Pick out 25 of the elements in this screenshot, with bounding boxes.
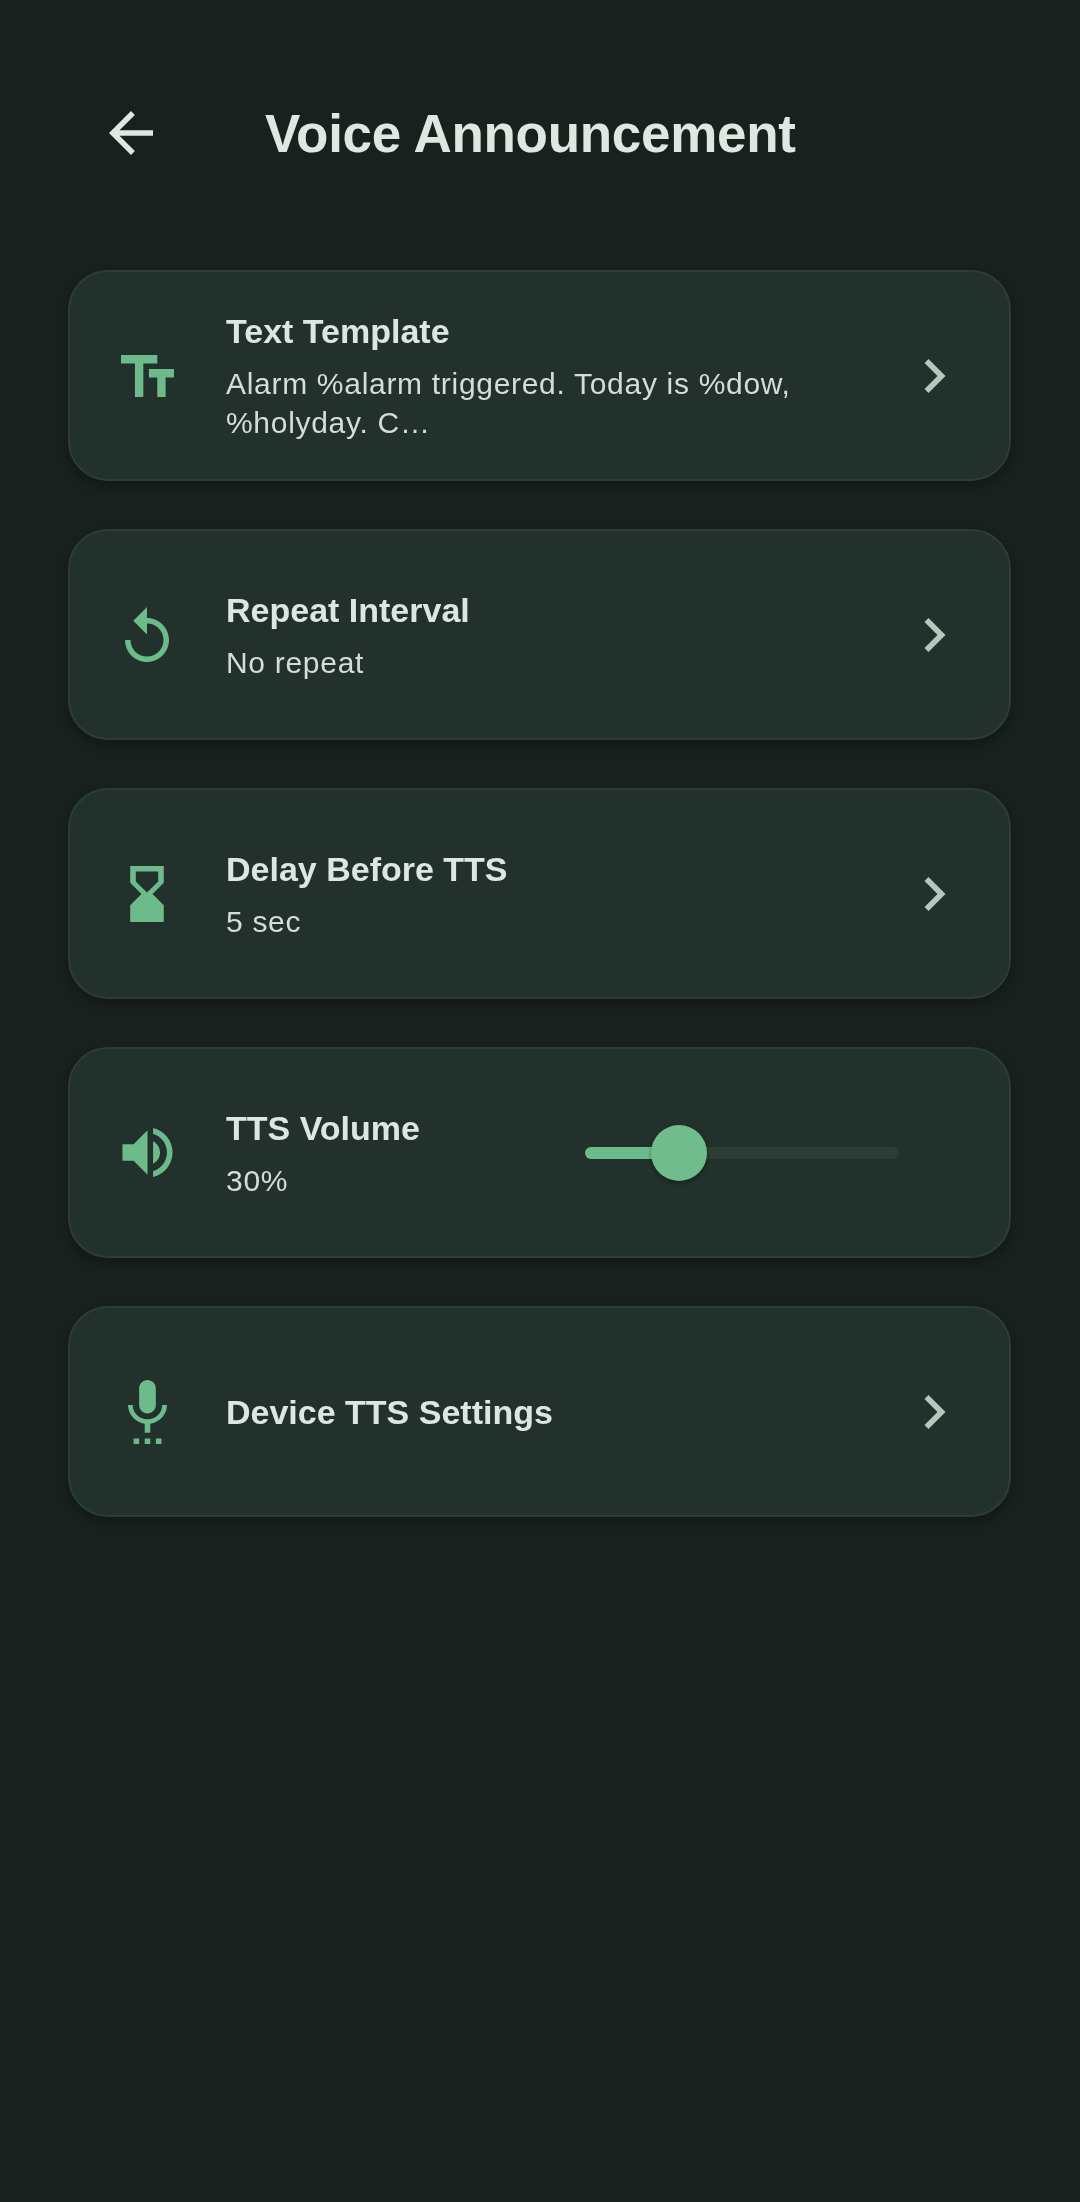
back-button[interactable] xyxy=(109,111,153,155)
setting-card[interactable]: Repeat Interval No repeat xyxy=(68,529,1011,740)
setting-value: No repeat xyxy=(226,644,366,681)
text-size-icon xyxy=(120,354,174,397)
setting-value: 30% xyxy=(226,1162,290,1199)
setting-value: 5 sec xyxy=(226,903,303,940)
setting-title: TTS Volume xyxy=(226,1107,421,1149)
back-arrow-icon xyxy=(109,111,153,155)
setting-card[interactable]: Device TTS Settings xyxy=(68,1306,1011,1517)
setting-card[interactable]: Text Template Alarm %alarm triggered. Today is %dow, %holyday. C… xyxy=(68,270,1011,481)
chevron-right-icon xyxy=(924,358,946,393)
setting-value: Alarm %alarm triggered. Today is %dow, %holyday. C… xyxy=(226,366,792,441)
speaker-icon xyxy=(121,1128,173,1177)
setting-title: Repeat Interval xyxy=(226,589,471,631)
setting-card[interactable]: Delay Before TTS 5 sec xyxy=(68,788,1011,999)
chevron-right-icon xyxy=(924,1394,946,1429)
replay-icon xyxy=(125,607,169,662)
chevron-right-icon xyxy=(924,876,946,911)
hourglass-icon xyxy=(130,865,164,922)
setting-title: Device TTS Settings xyxy=(226,1391,554,1433)
chevron-right-icon xyxy=(924,617,946,652)
setting-title: Text Template xyxy=(226,311,451,352)
microphone-icon xyxy=(127,1379,167,1444)
page-title: Voice Announcement xyxy=(265,102,796,164)
setting-title: Delay Before TTS xyxy=(226,848,509,890)
